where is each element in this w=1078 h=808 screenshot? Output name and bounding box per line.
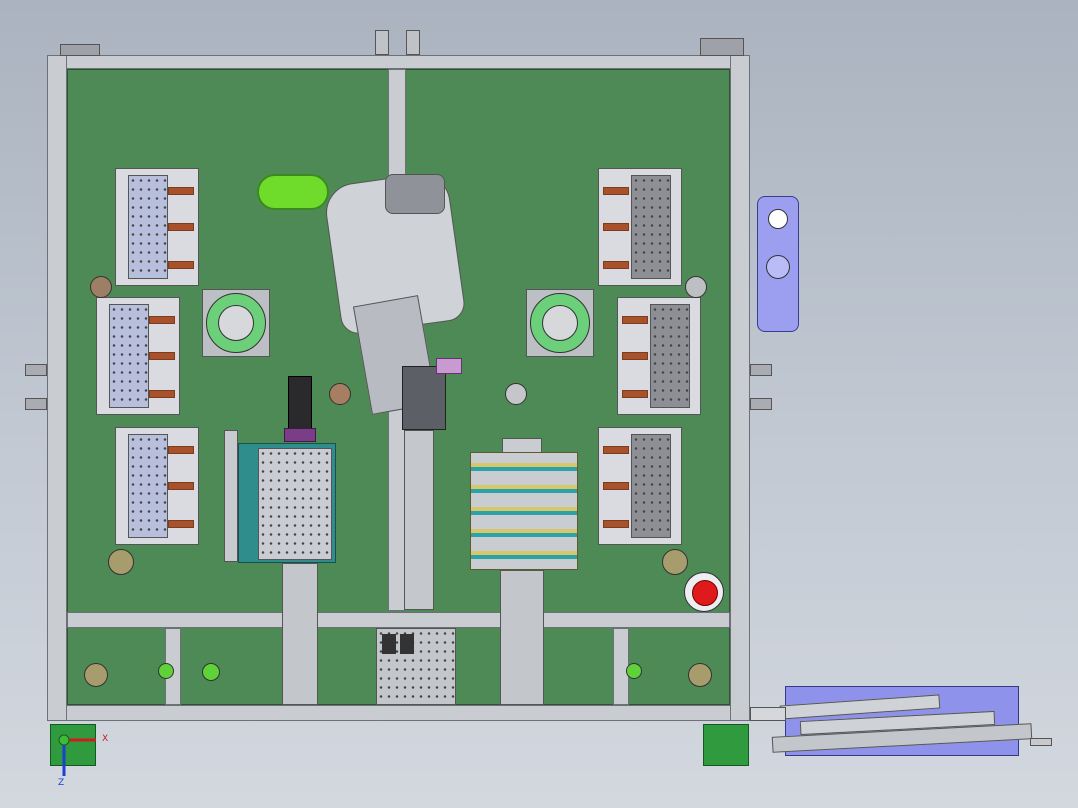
lower-center-dark-block-1 [382, 634, 396, 654]
frame-middle-horizontal-rail [67, 612, 730, 628]
clamp-icon [603, 482, 629, 490]
side-stud-right-2 [750, 398, 772, 410]
fixture-left-middle [96, 297, 180, 415]
robot-gripper [402, 366, 446, 430]
locator-pin [329, 383, 351, 405]
frame-left-rail [47, 55, 67, 721]
clamp-icon [168, 482, 194, 490]
lower-pad-left [84, 663, 108, 687]
emergency-stop-button[interactable] [684, 572, 724, 612]
clamp-icon [603, 261, 629, 269]
clamp-icon [149, 352, 175, 360]
clamp-icon [149, 316, 175, 324]
conveyor-pin [1030, 738, 1052, 746]
fixture-left-bottom [115, 427, 199, 545]
center-slide-rail [404, 430, 434, 610]
valve-port [768, 209, 788, 229]
clamp-icon [622, 316, 648, 324]
clamp-icon [168, 261, 194, 269]
blue-valve-assembly [757, 196, 799, 332]
emergency-stop-cap[interactable] [692, 580, 718, 606]
side-stud-left-2 [25, 398, 47, 410]
clamp-icon [603, 446, 629, 454]
fixture-left-top [115, 168, 199, 286]
green-indicator-light [626, 663, 642, 679]
clamp-icon [168, 446, 194, 454]
rotary-pad-left-center [218, 305, 254, 341]
fixture-right-bottom [598, 427, 682, 545]
rotary-pad-left [202, 289, 270, 357]
magazine-stack [470, 452, 578, 570]
green-indicator-light [158, 663, 174, 679]
frame-bottom-rail [47, 705, 750, 721]
fixture-right-top-grid [631, 175, 671, 279]
clamp-icon [622, 390, 648, 398]
rotary-pad-right-center [542, 305, 578, 341]
magazine-slide [500, 570, 544, 705]
frame-foot-right [703, 724, 749, 766]
corner-bracket-top-left [60, 44, 100, 56]
fixture-left-bottom-grid [128, 434, 168, 538]
top-mount-right [406, 30, 420, 55]
frame-right-rail [730, 55, 750, 721]
fixture-right-middle-grid [650, 304, 690, 408]
robot-arm-base [385, 174, 445, 214]
locator-pin [108, 549, 134, 575]
clamp-icon [622, 352, 648, 360]
green-indicator-light [202, 663, 220, 681]
green-oval-indicator [257, 174, 329, 210]
fixture-right-middle [617, 297, 701, 415]
clamp-icon [603, 187, 629, 195]
fixture-left-middle-grid [109, 304, 149, 408]
corner-bracket-top-right [700, 38, 744, 56]
clamp-icon [168, 187, 194, 195]
left-tray-holder [224, 430, 238, 562]
left-tray-grid [258, 448, 332, 560]
rotary-pad-right [526, 289, 594, 357]
clamp-icon [603, 223, 629, 231]
fixture-left-top-grid [128, 175, 168, 279]
locator-pin [662, 549, 688, 575]
conveyor-hinge [750, 707, 786, 721]
left-tray-slide [282, 563, 318, 705]
robot-gripper-accent [436, 358, 462, 374]
fixture-right-top [598, 168, 682, 286]
left-tray-purple-bar [284, 428, 316, 442]
lower-pad-right [688, 663, 712, 687]
clamp-icon [168, 223, 194, 231]
lower-center-dark-block-2 [400, 634, 414, 654]
side-stud-right-1 [750, 364, 772, 376]
locator-pin [685, 276, 707, 298]
locator-pin [90, 276, 112, 298]
valve-port [766, 255, 790, 279]
side-stud-left-1 [25, 364, 47, 376]
locator-pin [505, 383, 527, 405]
clamp-icon [149, 390, 175, 398]
left-tray-dark-block [288, 376, 312, 430]
top-mount-left [375, 30, 389, 55]
axis-x-label: X [102, 734, 109, 744]
clamp-icon [603, 520, 629, 528]
axis-z-label: Z [58, 778, 65, 788]
fixture-right-bottom-grid [631, 434, 671, 538]
frame-top-rail [47, 55, 750, 69]
clamp-icon [168, 520, 194, 528]
